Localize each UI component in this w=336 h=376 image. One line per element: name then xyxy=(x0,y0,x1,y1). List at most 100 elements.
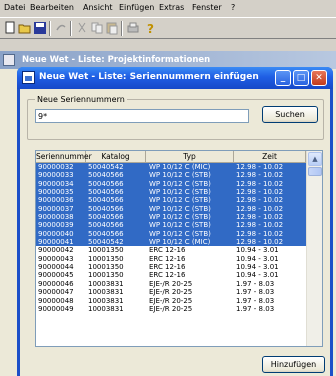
vertical-scrollbar[interactable]: ▲ xyxy=(306,151,322,346)
menu-ansicht[interactable]: Ansicht xyxy=(83,3,113,12)
table-row[interactable]: 90000045 10001350 ERC 12-16 10.94 - 3.01 xyxy=(36,271,306,279)
toolbar-separator xyxy=(70,21,72,36)
cell-zeit: 12.98 - 10.02 xyxy=(236,221,284,230)
cell-katalog: 50040566 xyxy=(88,196,124,205)
cell-typ: WP 10/12 C (MIC) xyxy=(149,163,211,171)
cell-seriennummer: 90000046 xyxy=(38,279,74,288)
cell-katalog: 50040566 xyxy=(88,213,124,222)
cell-typ: EJE-/R 20-25 xyxy=(149,296,193,305)
cell-typ: ERC 12-16 xyxy=(149,246,186,255)
undo-icon[interactable] xyxy=(54,21,68,35)
close-icon[interactable]: ✕ xyxy=(311,70,327,86)
column-header-typ[interactable]: Typ xyxy=(146,151,234,163)
group-label: Neue Seriennummern xyxy=(35,95,127,104)
menu-fenster[interactable]: Fenster xyxy=(192,3,222,12)
table-row[interactable]: 90000048 10003831 EJE-/R 20-25 1.97 - 8.03 xyxy=(36,297,306,305)
table-row[interactable]: 90000044 10001350 ERC 12-16 10.94 - 3.01 xyxy=(36,263,306,271)
cell-zeit: 1.97 - 8.03 xyxy=(236,288,275,297)
cut-icon[interactable] xyxy=(75,21,89,35)
cell-katalog: 10003831 xyxy=(88,279,124,288)
cell-seriennummer: 90000048 xyxy=(38,296,74,305)
help-icon[interactable]: ? xyxy=(143,21,157,36)
table-row[interactable]: 90000037 50040566 WP 10/12 C (STB) 12.98 - … xyxy=(36,204,306,214)
cell-seriennummer: 90000043 xyxy=(38,254,74,263)
table-row[interactable]: 90000035 50040566 WP 10/12 C (STB) 12.98 - … xyxy=(36,188,306,197)
cell-typ: ERC 12-16 xyxy=(149,254,186,263)
cell-zeit: 12.98 - 10.02 xyxy=(236,188,284,197)
dialog-title: Neue Wet - Liste: Seriennummern einfügen xyxy=(39,72,259,82)
list-rows: 90000032 50040542 WP 10/12 C (MIC) 12.98 - … xyxy=(36,163,306,313)
scroll-up-icon[interactable]: ▲ xyxy=(308,152,322,166)
save-icon[interactable] xyxy=(33,21,47,35)
dialog-titlebar[interactable]: Neue Wet - Liste: Seriennummern einfügen… xyxy=(17,67,333,89)
table-row[interactable]: 90000042 10001350 ERC 12-16 10.94 - 3.01 xyxy=(36,246,306,254)
cell-zeit: 12.98 - 10.02 xyxy=(236,213,284,222)
window-icon xyxy=(22,71,35,84)
table-row[interactable]: 90000043 10001350 ERC 12-16 10.94 - 3.01 xyxy=(36,255,306,263)
cell-zeit: 10.94 - 3.01 xyxy=(236,271,279,280)
search-button[interactable]: Suchen xyxy=(262,106,318,123)
cell-seriennummer: 90000032 xyxy=(38,163,74,171)
cell-typ: WP 10/12 C (STB) xyxy=(149,229,211,238)
cell-zeit: 1.97 - 8.03 xyxy=(236,304,275,313)
column-header-zeit[interactable]: Zeit xyxy=(234,151,306,163)
table-row[interactable]: 90000033 50040566 WP 10/12 C (STB) 12.98 - … xyxy=(36,171,306,180)
cell-typ: ERC 12-16 xyxy=(149,263,186,272)
cell-seriennummer: 90000039 xyxy=(38,221,74,230)
column-header-seriennummer[interactable]: Seriennummer xyxy=(36,151,92,163)
toolbar-separator xyxy=(121,21,123,36)
paste-icon[interactable] xyxy=(105,21,119,35)
table-row[interactable]: 90000049 10003831 EJE-/R 20-25 1.97 - 8.03 xyxy=(36,305,306,313)
cell-katalog: 10001350 xyxy=(88,246,124,255)
copy-icon[interactable] xyxy=(90,21,104,35)
cell-typ: WP 10/12 C (STB) xyxy=(149,196,211,205)
table-row[interactable]: 90000032 50040542 WP 10/12 C (MIC) 12.98 - … xyxy=(36,163,306,172)
print-icon[interactable] xyxy=(126,21,140,35)
table-row[interactable]: 90000040 50040566 WP 10/12 C (STB) 12.98 - … xyxy=(36,229,306,239)
cell-zeit: 1.97 - 8.03 xyxy=(236,279,275,288)
cell-seriennummer: 90000044 xyxy=(38,263,74,272)
add-button[interactable]: Hinzufügen xyxy=(262,356,325,373)
list-header: Seriennummer Katalog Typ Zeit xyxy=(36,151,306,163)
add-button-label: Hinzufügen xyxy=(270,360,317,369)
table-row[interactable]: 90000038 50040566 WP 10/12 C (STB) 12.98 - … xyxy=(36,213,306,222)
maximize-icon[interactable]: □ xyxy=(293,70,309,86)
new-icon[interactable] xyxy=(3,21,17,35)
cell-katalog: 10003831 xyxy=(88,288,124,297)
column-header-katalog[interactable]: Katalog xyxy=(86,151,146,163)
cell-seriennummer: 90000042 xyxy=(38,246,74,255)
serial-numbers-dialog: Neue Wet - Liste: Seriennummern einfügen… xyxy=(17,67,333,376)
cell-katalog: 50040566 xyxy=(88,171,124,180)
cell-typ: WP 10/12 C (STB) xyxy=(149,213,211,222)
menu-help[interactable]: ? xyxy=(231,3,235,12)
cell-zeit: 12.98 - 10.02 xyxy=(236,204,284,213)
scroll-thumb[interactable] xyxy=(308,167,322,176)
cell-typ: WP 10/12 C (MIC) xyxy=(149,238,211,247)
minimize-icon[interactable]: _ xyxy=(275,70,291,86)
open-icon[interactable] xyxy=(18,21,32,35)
cell-typ: EJE-/R 20-25 xyxy=(149,304,193,313)
menu-datei[interactable]: Datei xyxy=(4,3,25,12)
cell-zeit: 1.97 - 8.03 xyxy=(236,296,275,305)
toolbar: ? xyxy=(0,17,336,39)
table-row[interactable]: 90000036 50040566 WP 10/12 C (STB) 12.98 - … xyxy=(36,196,306,205)
table-row[interactable]: 90000046 10003831 EJE-/R 20-25 1.97 - 8.03 xyxy=(36,280,306,288)
table-row[interactable]: 90000047 10003831 EJE-/R 20-25 1.97 - 8.03 xyxy=(36,288,306,296)
table-row[interactable]: 90000034 50040566 WP 10/12 C (STB) 12.98 - … xyxy=(36,179,306,189)
cell-katalog: 50040566 xyxy=(88,179,124,188)
table-row[interactable]: 90000041 50040542 WP 10/12 C (MIC) 12.98 - … xyxy=(36,238,306,247)
cell-zeit: 12.98 - 10.02 xyxy=(236,163,284,171)
cell-katalog: 50040566 xyxy=(88,188,124,197)
menu-extras[interactable]: Extras xyxy=(159,3,184,12)
cell-seriennummer: 90000040 xyxy=(38,229,74,238)
cell-katalog: 10001350 xyxy=(88,254,124,263)
menu-einfuegen[interactable]: Einfügen xyxy=(119,3,154,12)
serials-listview[interactable]: Seriennummer Katalog Typ Zeit 90000032 50… xyxy=(35,150,323,347)
outer-window-title: Neue Wet - Liste: Projektinformationen xyxy=(22,55,211,65)
cell-zeit: 10.94 - 3.01 xyxy=(236,263,279,272)
menu-bearbeiten[interactable]: Bearbeiten xyxy=(30,3,74,12)
cell-katalog: 10003831 xyxy=(88,304,124,313)
table-row[interactable]: 90000039 50040566 WP 10/12 C (STB) 12.98 - … xyxy=(36,221,306,230)
search-input[interactable] xyxy=(35,109,249,123)
cell-seriennummer: 90000035 xyxy=(38,188,74,197)
